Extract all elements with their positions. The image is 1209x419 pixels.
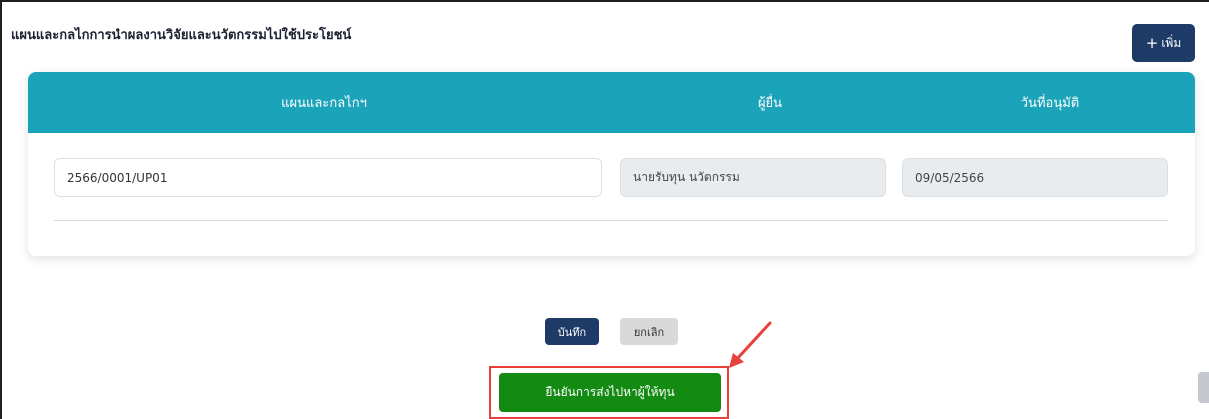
table-header: แผนและกลไกฯ ผู้ยื่น วันที่อนุมัติ	[28, 72, 1195, 133]
approved-date-field: 09/05/2566	[902, 158, 1168, 197]
scroll-handle[interactable]	[1198, 372, 1209, 403]
header-submitter: ผู้ยื่น	[757, 96, 783, 111]
add-button-label: เพิ่ม	[1161, 35, 1182, 50]
plus-icon: +	[1145, 33, 1159, 52]
cancel-button[interactable]: ยกเลิก	[620, 318, 678, 345]
add-button[interactable]: + เพิ่ม	[1132, 24, 1195, 62]
plan-field[interactable]: 2566/0001/UP01	[54, 158, 602, 197]
header-approved-date: วันที่อนุมัติ	[1020, 96, 1080, 111]
confirm-send-button[interactable]: ยืนยันการส่งไปหาผู้ให้ทุน	[499, 373, 721, 412]
section-title: แผนและกลไกการนำผลงานวิจัยและนวัตกรรมไปใช…	[11, 28, 352, 43]
red-arrow-icon	[729, 321, 772, 368]
header-plan: แผนและกลไกฯ	[281, 96, 367, 111]
plan-table-card: แผนและกลไกฯ ผู้ยื่น วันที่อนุมัติ 2566/0…	[28, 72, 1195, 256]
row-divider	[54, 220, 1168, 221]
submitter-field: นายรับทุน นวัตกรรม	[620, 158, 886, 197]
save-button[interactable]: บันทึก	[545, 318, 599, 345]
